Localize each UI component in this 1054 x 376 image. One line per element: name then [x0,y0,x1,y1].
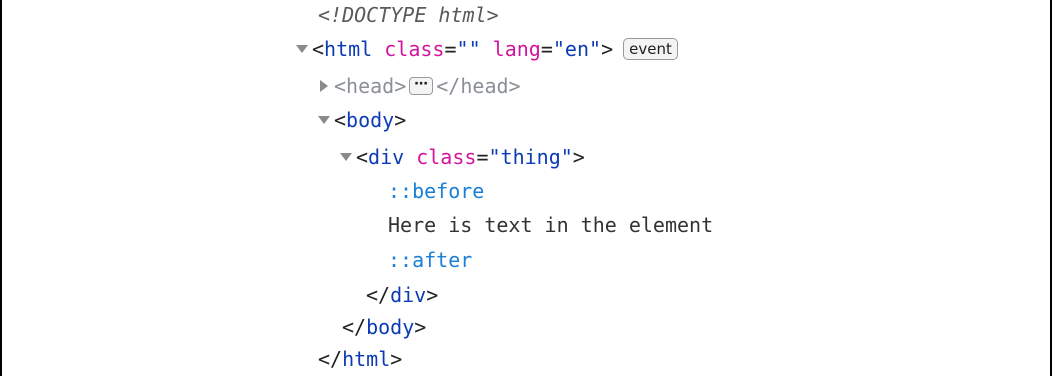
tag-name: html [342,347,391,371]
tag-bracket: > [394,74,407,98]
attr-name: class [416,145,477,169]
attr-eq: = [540,37,553,61]
head-node[interactable]: < head > ⋯ </head > [320,71,521,101]
attr-value: "thing" [488,145,573,169]
tag-bracket: > [601,37,614,61]
attr-name: lang [492,37,541,61]
body-close-node[interactable]: </body > [342,312,426,342]
tag-name: html [324,37,373,61]
pseudo-element-label: ::before [388,179,485,203]
text-node-content: Here is text in the element [388,213,714,237]
tag-name: body [346,108,395,132]
tag-bracket: < [334,74,347,98]
div-close-node[interactable]: </div > [366,280,438,310]
tag-name: head [346,74,395,98]
attr-value: "" [456,37,481,61]
tag-bracket: > [394,108,407,132]
attr-name: class [384,37,445,61]
attr-value: "en" [552,37,602,61]
tag-bracket: </ [366,283,391,307]
tag-bracket: > [508,74,521,98]
tag-bracket: </ [342,315,367,339]
doctype-text: <!DOCTYPE html> [318,3,499,27]
tag-bracket: < [312,37,325,61]
tag-name: head [460,74,509,98]
tag-bracket: > [414,315,427,339]
tag-name: div [390,283,427,307]
ellipsis-icon[interactable]: ⋯ [409,77,434,95]
tag-name: div [368,145,405,169]
tag-name: body [366,315,415,339]
before-pseudo-node[interactable]: ::before [388,176,484,206]
attr-eq: = [476,145,489,169]
expand-triangle-icon[interactable] [318,116,330,124]
tag-bracket: > [426,283,439,307]
tag-bracket: < [356,145,369,169]
tag-bracket: > [572,145,585,169]
expand-triangle-icon[interactable] [340,153,352,161]
div-open-node[interactable]: < div class = "thing" > [340,142,585,172]
collapse-triangle-icon[interactable] [320,80,328,92]
event-badge[interactable]: event [623,38,678,60]
html-close-node[interactable]: </html > [318,344,402,374]
tag-bracket: </ [436,74,461,98]
doctype-node[interactable]: <!DOCTYPE html> [318,0,499,30]
after-pseudo-node[interactable]: ::after [388,245,472,275]
text-node[interactable]: Here is text in the element [388,210,713,240]
html-open-node[interactable]: < html class = "" lang = "en" > event [296,34,678,64]
tag-bracket: < [334,108,347,132]
attr-eq: = [444,37,457,61]
expand-triangle-icon[interactable] [296,45,308,53]
pseudo-element-label: ::after [388,248,473,272]
tag-bracket: > [390,347,403,371]
body-open-node[interactable]: < body > [318,105,406,135]
tag-bracket: </ [318,347,343,371]
